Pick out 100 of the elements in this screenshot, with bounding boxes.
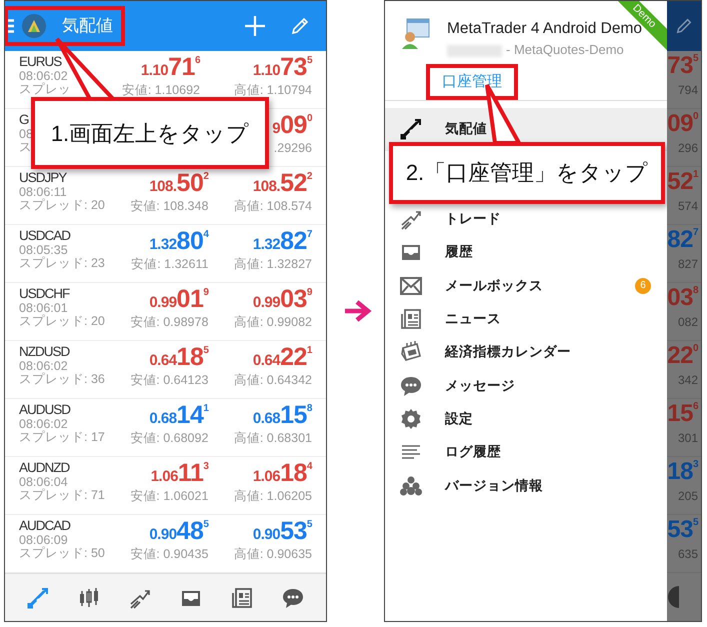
- price-fragment: 53$^{5}$: [667, 515, 698, 545]
- newspaper-icon[interactable]: [230, 586, 254, 610]
- spread-label: スプレッ: [19, 83, 71, 96]
- symbol-label: AUDNZD: [19, 459, 70, 476]
- low-label: 安値: 1.06021: [129, 489, 208, 504]
- price-fragment: 18$^{3}$: [667, 457, 698, 487]
- server-label: - MetaQuotes-Demo: [447, 40, 642, 60]
- menu-item[interactable]: バージョン情報: [385, 474, 667, 498]
- account-icon: [401, 17, 431, 49]
- high-label: 高値: 0.64342: [232, 373, 312, 388]
- menu-label: バージョン情報: [445, 476, 543, 495]
- menu-item[interactable]: 設定: [385, 407, 667, 432]
- app-logo-icon[interactable]: [22, 14, 46, 38]
- bid-price: 1.3280$^{4}$: [149, 227, 208, 256]
- price-fragment: 205: [676, 488, 698, 505]
- bid-price: 0.6418$^{5}$: [149, 343, 208, 372]
- edit-icon: [675, 17, 693, 35]
- menu-label: ニュース: [445, 310, 501, 328]
- newspaper-icon: [399, 307, 423, 332]
- arrow-icon: [343, 299, 373, 323]
- high-label: 高値: 1.06205: [232, 489, 312, 504]
- low-label: 安値: 0.68092: [129, 431, 208, 446]
- ask-price: 0.6815$^{8}$: [252, 401, 312, 430]
- menu-item[interactable]: 経済指標カレンダー: [385, 340, 667, 364]
- count-badge: 6: [635, 278, 651, 294]
- low-label: 安値: 0.64123: [129, 373, 208, 388]
- menu-item[interactable]: トレード: [385, 207, 667, 232]
- price-fragment: 15$^{6}$: [667, 399, 698, 429]
- high-label: 高値: 108.574: [232, 199, 312, 214]
- bid-price: 108.50$^{2}$: [149, 169, 208, 198]
- price-fragment: 082: [676, 314, 698, 331]
- time-label: 08:06:02: [19, 360, 68, 373]
- high-label: 高値: 0.68301: [232, 431, 312, 446]
- spread-label: スプレッド: 50: [19, 547, 105, 560]
- ask-price: 108.52$^{2}$: [252, 169, 312, 198]
- bid-price: 0.9901$^{9}$: [149, 285, 208, 314]
- price-fragment: 09$^{0}$: [667, 109, 698, 139]
- low-label: 安値: 1.32611: [130, 257, 208, 272]
- high-label: 高値: 0.99082: [232, 315, 312, 330]
- price-fragment: 73$^{5}$: [667, 51, 698, 81]
- menu-icon[interactable]: [8, 19, 14, 33]
- high-label: 高値: 0.90635: [232, 547, 312, 562]
- high-label: .29296: [272, 141, 312, 156]
- settings-icon: [399, 407, 423, 432]
- high-label: 高値: 1.32827: [232, 257, 312, 272]
- symbol-label: G: [19, 111, 29, 128]
- spread-label: スプレッド: 23: [19, 257, 105, 270]
- bid-price: 0.6814$^{1}$: [149, 401, 208, 430]
- price-fragment: 296: [676, 140, 698, 157]
- menu-item[interactable]: メールボックス 6: [385, 274, 667, 298]
- menu-item[interactable]: ログ履歴: [385, 440, 667, 464]
- time-label: 08:06:11: [19, 186, 67, 199]
- price-fragment: 342: [676, 372, 698, 389]
- spread-label: スプレッド: 20: [19, 315, 105, 328]
- menu-label: 履歴: [445, 243, 473, 262]
- price-fragment: 574: [676, 198, 698, 215]
- price-fragment: 03$^{8}$: [667, 283, 698, 313]
- add-icon[interactable]: [244, 15, 266, 37]
- low-label: 安値: 0.98978: [129, 315, 208, 330]
- ask-price: 909$^{0}$: [272, 111, 312, 140]
- symbol-label: USDCHF: [19, 285, 70, 302]
- ask-price: 1.0618$^{4}$: [252, 459, 312, 488]
- price-fragment: 22$^{0}$: [667, 341, 698, 371]
- menu-label: ログ履歴: [445, 443, 501, 462]
- price-fragment: 635: [676, 546, 698, 563]
- menu-label: メールボックス: [445, 276, 543, 295]
- ask-price: 0.6422$^{1}$: [252, 343, 312, 372]
- bid-price: 1.0611$^{3}$: [150, 459, 208, 488]
- symbol-label: USDCAD: [19, 227, 70, 244]
- symbol-label: USDJPY: [19, 169, 66, 186]
- high-label: 高値: 1.10794: [232, 83, 312, 98]
- ask-price: 0.9053$^{5}$: [252, 517, 312, 546]
- menu-label: 経済指標カレンダー: [445, 343, 571, 362]
- bid-price: 0.9048$^{5}$: [149, 517, 208, 546]
- symbol-label: AUDUSD: [19, 401, 70, 418]
- time-label: 08:06:04: [19, 476, 68, 489]
- edit-icon[interactable]: [290, 16, 310, 36]
- menu-item[interactable]: 履歴: [385, 240, 667, 264]
- menu-item[interactable]: メッセージ: [385, 374, 667, 398]
- price-fragment: 52$^{1}$: [667, 167, 698, 197]
- double-arrow-icon: [399, 117, 423, 142]
- price-fragment: 82$^{7}$: [667, 225, 698, 255]
- time-label: 08:06:02: [19, 70, 68, 83]
- low-label: 安値: 0.90435: [129, 547, 208, 562]
- screen-title: 気配値: [62, 15, 113, 38]
- low-label: 安値: 108.348: [129, 199, 208, 214]
- time-label: 08:05:35: [19, 244, 68, 257]
- spread-label: ス: [19, 141, 32, 154]
- symbol-label: AUDCAD: [19, 517, 70, 534]
- ask-price: 1.3282$^{7}$: [252, 227, 312, 256]
- spread-label: スプレッド: 17: [19, 431, 105, 444]
- menu-label: 気配値: [445, 120, 487, 138]
- price-fragment: 794: [676, 82, 698, 99]
- price-fragment: 827: [676, 256, 698, 273]
- menu-item[interactable]: ニュース: [385, 307, 667, 332]
- menu-label: トレード: [445, 210, 501, 228]
- double-arrow-icon[interactable]: [26, 586, 50, 610]
- symbol-label: NZDUSD: [19, 343, 70, 360]
- cluster-icon: [399, 474, 423, 498]
- spread-label: スプレッド: 20: [19, 199, 105, 212]
